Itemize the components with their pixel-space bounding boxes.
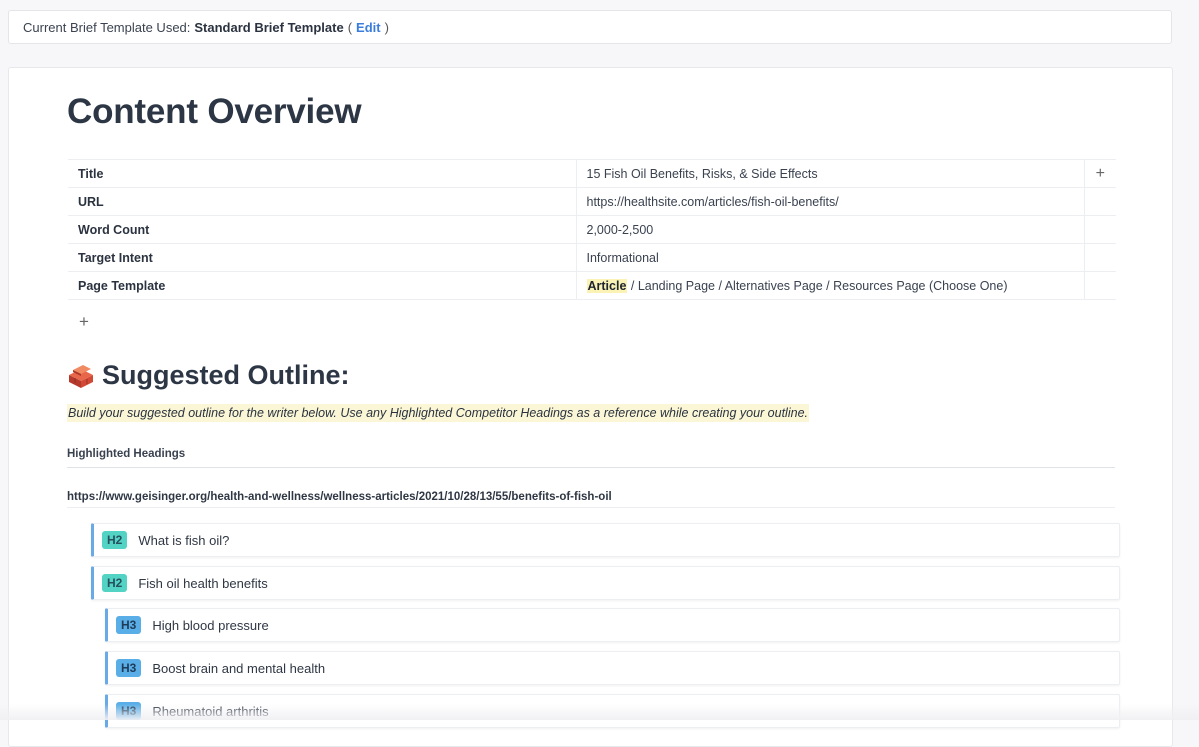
heading-text: Rheumatoid arthritis: [152, 703, 269, 719]
template-prefix: Current Brief Template Used:: [23, 19, 191, 35]
highlighted-template-option: Article: [586, 278, 628, 293]
divider: [67, 507, 1115, 508]
outline-heading-item[interactable]: H2 What is fish oil?: [91, 523, 1120, 557]
add-column-button[interactable]: +: [1084, 159, 1116, 188]
brick-icon: [69, 364, 93, 388]
row-key: Word Count: [68, 215, 577, 244]
outline-heading-text: Suggested Outline:: [102, 360, 350, 390]
empty-cell: [1084, 271, 1116, 300]
h3-badge: H3: [116, 659, 142, 677]
outline-heading-item[interactable]: H2 Fish oil health benefits: [91, 566, 1120, 600]
heading-text: What is fish oil?: [138, 532, 230, 548]
row-value[interactable]: https://healthsite.com/articles/fish-oil…: [576, 187, 1085, 216]
template-name: Standard Brief Template: [194, 19, 344, 35]
divider: [67, 467, 1115, 468]
empty-cell: [1084, 215, 1116, 244]
outline-heading: Suggested Outline:: [67, 360, 350, 391]
row-value[interactable]: 15 Fish Oil Benefits, Risks, & Side Effe…: [576, 159, 1085, 188]
table-row: Title 15 Fish Oil Benefits, Risks, & Sid…: [68, 159, 1116, 188]
heading-text: Fish oil health benefits: [138, 575, 268, 591]
empty-cell: [1084, 243, 1116, 272]
template-bar: Current Brief Template Used: Standard Br…: [8, 10, 1172, 44]
row-value[interactable]: Article / Landing Page / Alternatives Pa…: [576, 271, 1085, 300]
document: Content Overview Title 15 Fish Oil Benef…: [8, 67, 1173, 747]
template-options: / Landing Page / Alternatives Page / Res…: [627, 278, 1008, 293]
outline-heading-item[interactable]: H3 High blood pressure: [105, 608, 1120, 642]
outline-instruction: Build your suggested outline for the wri…: [67, 404, 809, 422]
overview-table: Title 15 Fish Oil Benefits, Risks, & Sid…: [68, 159, 1116, 300]
outline-heading-item[interactable]: H3 Rheumatoid arthritis: [105, 694, 1120, 728]
add-row-button[interactable]: +: [79, 312, 89, 332]
competitor-source-url[interactable]: https://www.geisinger.org/health-and-wel…: [67, 491, 612, 503]
paren-open: (: [347, 19, 353, 35]
h2-badge: H2: [102, 531, 128, 549]
page-title: Content Overview: [67, 92, 362, 131]
row-key: URL: [68, 187, 577, 216]
heading-text: High blood pressure: [152, 617, 269, 633]
paren-close: ): [384, 19, 389, 35]
row-key: Page Template: [68, 271, 577, 300]
h2-badge: H2: [102, 574, 128, 592]
row-key: Target Intent: [68, 243, 577, 272]
outline-heading-item[interactable]: H3 Boost brain and mental health: [105, 651, 1120, 685]
row-value[interactable]: Informational: [576, 243, 1085, 272]
h3-badge: H3: [116, 702, 142, 720]
heading-text: Boost brain and mental health: [152, 660, 326, 676]
table-row: URL https://healthsite.com/articles/fish…: [68, 187, 1116, 216]
table-row: Target Intent Informational: [68, 243, 1116, 272]
row-value[interactable]: 2,000-2,500: [576, 215, 1085, 244]
edit-template-link[interactable]: Edit: [356, 20, 381, 35]
row-key: Title: [68, 159, 577, 188]
h3-badge: H3: [116, 616, 142, 634]
empty-cell: [1084, 187, 1116, 216]
table-row: Word Count 2,000-2,500: [68, 215, 1116, 244]
table-row: Page Template Article / Landing Page / A…: [68, 271, 1116, 300]
highlighted-headings-label: Highlighted Headings: [67, 448, 186, 460]
